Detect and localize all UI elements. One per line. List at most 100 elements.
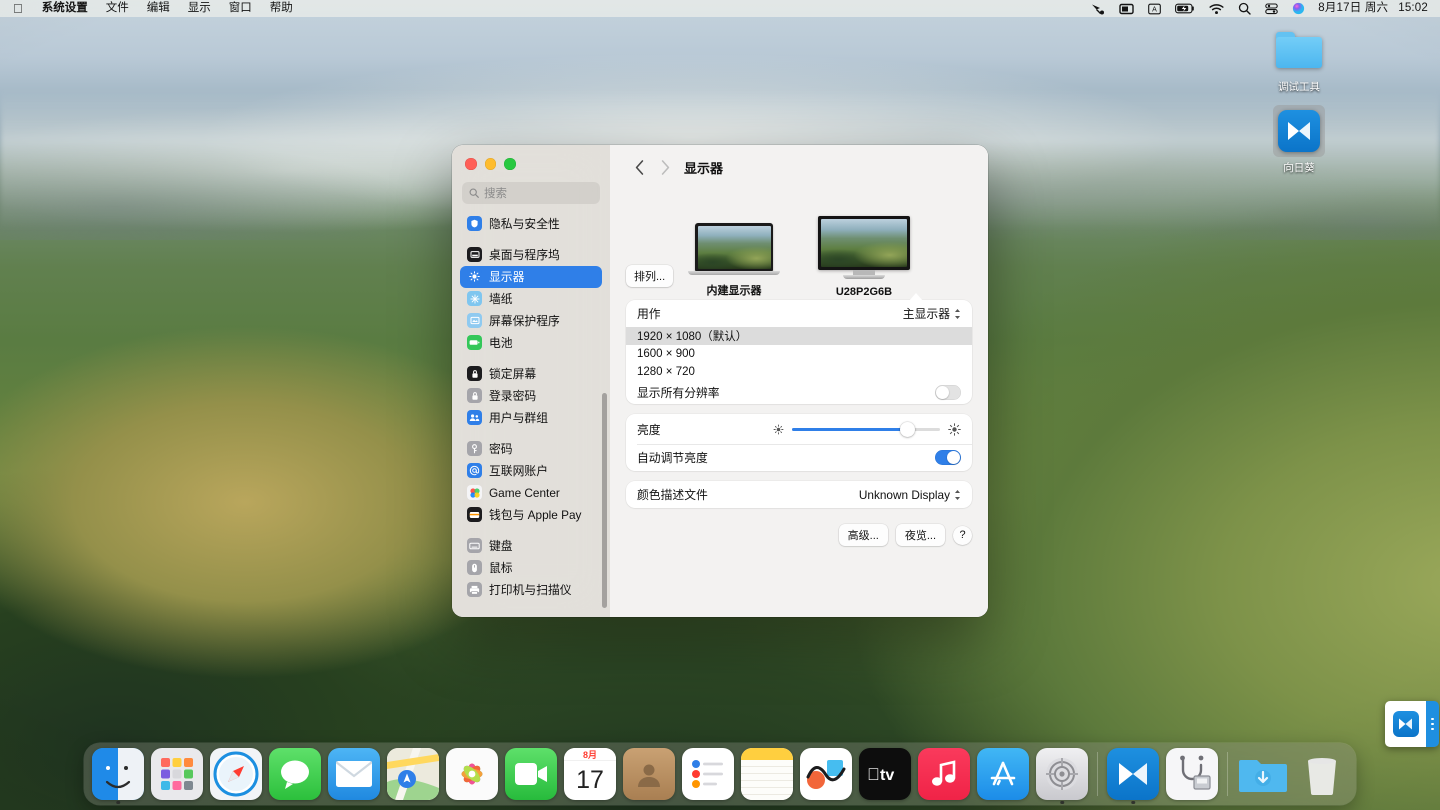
night-shift-button[interactable]: 夜览... (895, 524, 945, 546)
screen-mirroring-icon[interactable] (1112, 3, 1141, 15)
auto-brightness-toggle[interactable] (935, 450, 961, 465)
help-button[interactable]: ? (953, 525, 972, 545)
color-profile-value[interactable]: Unknown Display (859, 488, 961, 502)
desktop-icon-folder[interactable]: 调试工具 (1261, 24, 1337, 95)
vertical-dots-icon[interactable] (1426, 701, 1439, 747)
menu-item-system-settings[interactable]: 系统设置 (33, 0, 97, 17)
sidebar-item-lock-screen[interactable]: 锁定屏幕 (460, 363, 602, 385)
dock-item-downloads-folder[interactable] (1237, 748, 1289, 800)
menu-bar:  系统设置 文件 编辑 显示 窗口 帮助 A 8月17日 周 (0, 0, 1440, 17)
sidebar-item-wallpaper[interactable]: 墙纸 (460, 288, 602, 310)
sidebar-item-label: 墙纸 (489, 292, 513, 306)
dock-item-music[interactable] (918, 748, 970, 800)
sidebar-item-wallet-apple-pay[interactable]: 钱包与 Apple Pay (460, 504, 602, 526)
show-all-resolutions-row[interactable]: 显示所有分辨率 (626, 381, 972, 404)
settings-toolbar: 显示器 (610, 145, 988, 190)
dock-item-reminders[interactable] (682, 748, 734, 800)
dock-item-trash[interactable] (1296, 748, 1348, 800)
resolution-row[interactable]: 1280 × 720 (626, 363, 972, 381)
sidebar-item-internet-accounts[interactable]: 互联网账户 (460, 460, 602, 482)
forward-button[interactable] (652, 155, 678, 181)
wallet-icon (467, 507, 482, 522)
dock-item-photos[interactable] (446, 748, 498, 800)
search-input[interactable]: 搜索 (462, 181, 600, 204)
use-as-value[interactable]: 主显示器 (903, 305, 961, 322)
sidebar-item-privacy-security[interactable]: 隐私与安全性 (460, 213, 602, 235)
minimize-button[interactable] (484, 158, 496, 170)
auto-brightness-row[interactable]: 自动调节亮度 (626, 444, 972, 471)
system-settings-window: 搜索 隐私与安全性 桌面与程序坞 显示器 墙纸 屏幕保护程序 电池 锁定屏幕 登… (452, 145, 988, 617)
battery-charging-icon[interactable] (1168, 3, 1202, 14)
dock-item-disk-utility[interactable] (1166, 748, 1218, 800)
svg-text:tv: tv (880, 767, 894, 784)
menu-item-view[interactable]: 显示 (179, 0, 220, 17)
sidebar-item-login-password[interactable]: 登录密码 (460, 385, 602, 407)
dock-item-sunflower[interactable] (1107, 748, 1159, 804)
sidebar-item-label: 互联网账户 (489, 464, 548, 478)
menu-item-edit[interactable]: 编辑 (138, 0, 179, 17)
menu-item-file[interactable]: 文件 (97, 0, 138, 17)
menu-bar-status-area: A 8月17日 周六 15:02 (1084, 0, 1432, 17)
color-profile-selected: Unknown Display (858, 487, 950, 502)
sidebar-item-displays[interactable]: 显示器 (460, 265, 602, 288)
dock-item-messages[interactable] (269, 748, 321, 800)
resolution-row[interactable]: 1600 × 900 (626, 345, 972, 363)
display-item-builtin[interactable]: 内建显示器 (684, 223, 784, 298)
display-picker: 排列... 内建显示器 U28P2G6B (626, 190, 972, 301)
brightness-track[interactable] (792, 421, 940, 437)
sidebar-item-desktop-dock[interactable]: 桌面与程序坞 (460, 244, 602, 266)
dock-item-safari[interactable] (210, 748, 262, 800)
sidebar-scrollbar[interactable] (602, 393, 607, 608)
dock-item-freeform[interactable] (800, 748, 852, 800)
sidebar-item-printers-scanners[interactable]: 打印机与扫描仪 (460, 579, 602, 601)
display-item-external[interactable]: U28P2G6B (814, 216, 914, 298)
dock-item-calendar[interactable]: 8月 17 (564, 748, 616, 800)
screen-sharing-icon[interactable] (1084, 3, 1112, 15)
dock-item-apple-tv[interactable]: tv (859, 748, 911, 800)
dock-item-launchpad[interactable] (151, 748, 203, 800)
back-button[interactable] (626, 155, 652, 181)
show-all-resolutions-toggle[interactable] (935, 385, 961, 400)
sidebar-item-passwords[interactable]: 密码 (460, 438, 602, 460)
sunflower-widget-icon[interactable] (1385, 701, 1426, 747)
brightness-slider[interactable] (773, 421, 961, 437)
dock-item-system-settings[interactable] (1036, 748, 1088, 804)
show-all-resolutions-label: 显示所有分辨率 (637, 386, 720, 400)
maximize-button[interactable] (504, 158, 516, 170)
sidebar-item-game-center[interactable]: Game Center (460, 482, 602, 504)
input-source-icon[interactable]: A (1141, 3, 1168, 15)
svg-text::  (867, 765, 880, 784)
dock-item-contacts[interactable] (623, 748, 675, 800)
sidebar-item-users-groups[interactable]: 用户与群组 (460, 407, 602, 429)
desktop-icon-sunflower[interactable]: 向日葵 (1261, 105, 1337, 176)
sidebar-item-battery[interactable]: 电池 (460, 332, 602, 354)
sidebar-item-mouse[interactable]: 鼠标 (460, 557, 602, 579)
keyboard-icon (467, 538, 482, 553)
sidebar-item-keyboard[interactable]: 键盘 (460, 535, 602, 557)
spotlight-search-icon[interactable] (1231, 2, 1258, 15)
advanced-button[interactable]: 高级... (838, 524, 888, 546)
menu-bar-time[interactable]: 15:02 (1392, 0, 1432, 17)
dock-item-mail[interactable] (328, 748, 380, 800)
sidebar-item-screensaver[interactable]: 屏幕保护程序 (460, 310, 602, 332)
control-center-icon[interactable] (1258, 2, 1285, 15)
resolution-list[interactable]: 1920 × 1080（默认） 1600 × 900 1280 × 720 (626, 327, 972, 381)
sunflower-floating-toolbar[interactable] (1385, 701, 1439, 747)
apple-logo-icon[interactable]:  (9, 0, 33, 17)
color-profile-row[interactable]: 颜色描述文件 Unknown Display (626, 481, 972, 508)
use-as-row[interactable]: 用作 主显示器 (626, 300, 972, 327)
arrange-button[interactable]: 排列... (626, 265, 674, 287)
siri-icon[interactable] (1285, 2, 1312, 15)
brightness-high-icon (948, 422, 961, 436)
dock-item-facetime[interactable] (505, 748, 557, 800)
dock-item-app-store[interactable] (977, 748, 1029, 800)
dock-item-finder[interactable] (92, 748, 144, 804)
wifi-icon[interactable] (1202, 3, 1231, 15)
close-button[interactable] (465, 158, 477, 170)
menu-item-window[interactable]: 窗口 (220, 0, 261, 17)
resolution-row[interactable]: 1920 × 1080（默认） (626, 327, 972, 345)
menu-bar-date[interactable]: 8月17日 周六 (1312, 0, 1392, 17)
dock-item-maps[interactable] (387, 748, 439, 800)
menu-item-help[interactable]: 帮助 (261, 0, 302, 17)
dock-item-notes[interactable] (741, 748, 793, 800)
